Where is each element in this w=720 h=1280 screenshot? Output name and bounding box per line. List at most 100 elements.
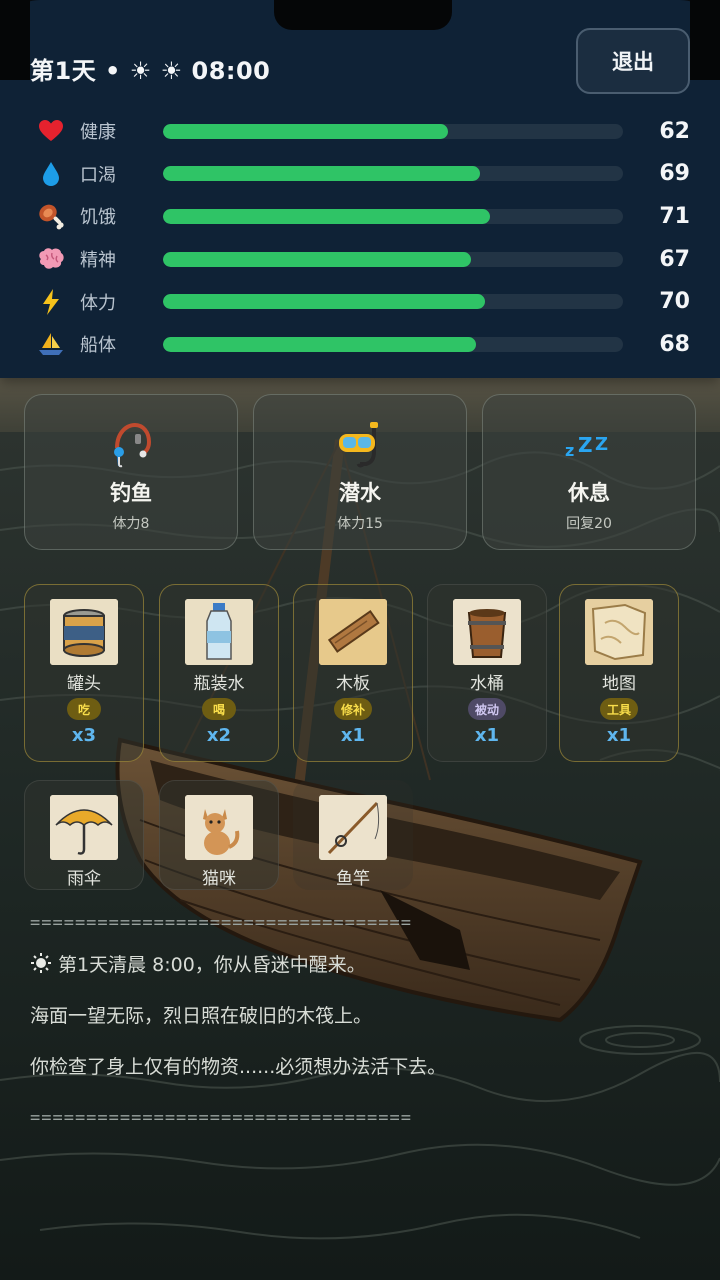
stat-value: 71 (659, 203, 690, 229)
stat-bar-fill (163, 294, 485, 310)
inventory-item-bucket[interactable]: 水桶 被动 x1 (427, 584, 547, 762)
svg-text:Z: Z (578, 433, 593, 457)
bucket-icon (453, 599, 521, 665)
stat-hull: 船体 68 (36, 323, 696, 366)
stat-stamina: 体力 70 (36, 280, 696, 323)
fishing-icon (107, 421, 155, 469)
stat-bar-fill (163, 251, 472, 267)
stat-label: 口渴 (80, 164, 116, 186)
stat-value: 68 (659, 331, 690, 357)
item-name: 木板 (336, 674, 370, 694)
water-drop-icon (36, 159, 66, 189)
item-name: 地图 (602, 674, 636, 694)
umbrella-icon (50, 795, 118, 860)
item-quantity: x2 (206, 725, 232, 746)
status-panel: 第1天 • ☀ ☀ 08:00 退出 健康 62 口渴 69 饥饿 71 精神 … (0, 0, 720, 378)
action-cost: 回复20 (566, 516, 612, 532)
item-quantity: x1 (474, 725, 500, 746)
top-bar: 第1天 • ☀ ☀ 08:00 退出 (30, 28, 690, 96)
item-name: 雨伞 (67, 869, 101, 889)
svg-text:Z: Z (595, 434, 608, 455)
inventory-item-fishing-rod[interactable]: 鱼竿 (293, 780, 413, 890)
item-quantity: x1 (340, 725, 366, 746)
inventory-item-cat[interactable]: 猫咪 (159, 780, 279, 890)
dive-action-button[interactable]: 潜水 体力15 (253, 394, 467, 550)
stat-label: 饥饿 (80, 207, 116, 229)
stat-label: 体力 (80, 292, 116, 314)
stat-bar-fill (163, 123, 449, 139)
boat-icon (36, 329, 66, 359)
stat-value: 67 (659, 246, 690, 272)
stat-health: 健康 62 (36, 110, 696, 153)
lightning-icon (36, 287, 66, 317)
log-separator: ================================== (30, 1108, 412, 1128)
brain-icon (36, 244, 66, 274)
stat-bar-fill (163, 336, 476, 352)
exit-button[interactable]: 退出 (576, 28, 690, 94)
sleep-icon: zZZ (565, 421, 613, 469)
phone-bezel-left (0, 0, 30, 80)
sun-icon (30, 943, 52, 994)
phone-notch (274, 0, 452, 30)
action-bar: 钓鱼 体力8 潜水 体力15 zZZ 休息 回复20 (24, 394, 696, 552)
stat-bar (163, 208, 623, 224)
stat-label: 精神 (80, 250, 116, 272)
fish-action-button[interactable]: 钓鱼 体力8 (24, 394, 238, 550)
item-name: 罐头 (67, 674, 101, 694)
stat-value: 62 (659, 118, 690, 144)
inventory-item-umbrella[interactable]: 雨伞 (24, 780, 144, 890)
item-quantity: x3 (71, 725, 97, 746)
log-line: 第1天清晨 8:00，你从昏迷中醒来。 (30, 940, 690, 991)
item-name: 鱼竿 (336, 869, 370, 889)
rest-action-button[interactable]: zZZ 休息 回复20 (482, 394, 696, 550)
log-separator: ================================== (30, 913, 412, 933)
day-time-title: 第1天 • ☀ ☀ 08:00 (30, 56, 271, 85)
item-use-tag[interactable]: 吃 (67, 698, 101, 720)
stat-thirst: 口渴 69 (36, 153, 696, 196)
inventory-item-canned-food[interactable]: 罐头 吃 x3 (24, 584, 144, 762)
water-bottle-icon (185, 599, 253, 665)
meat-icon (36, 201, 66, 231)
svg-text:z: z (565, 441, 574, 460)
heart-icon (36, 116, 66, 146)
item-name: 水桶 (470, 674, 504, 694)
cat-icon (185, 795, 253, 860)
action-cost: 体力8 (112, 516, 150, 532)
item-name: 猫咪 (202, 869, 236, 889)
stat-label: 健康 (80, 122, 116, 144)
stat-value: 69 (659, 161, 690, 187)
inventory-item-map[interactable]: 地图 工具 x1 (559, 584, 679, 762)
stat-bar (163, 123, 623, 139)
stat-hunger: 饥饿 71 (36, 195, 696, 238)
stat-value: 70 (659, 289, 690, 315)
item-use-tag[interactable]: 喝 (202, 698, 236, 720)
map-icon (585, 599, 653, 665)
log-text: 第1天清晨 8:00，你从昏迷中醒来。 (58, 954, 366, 976)
wood-plank-icon (319, 599, 387, 665)
stat-bar (163, 294, 623, 310)
action-title: 休息 (568, 481, 610, 505)
stats-list: 健康 62 口渴 69 饥饿 71 精神 67 体力 70 船体 68 (36, 110, 696, 366)
stat-bar (163, 166, 623, 182)
stat-bar (163, 251, 623, 267)
inventory-item-water-bottle[interactable]: 瓶装水 喝 x2 (159, 584, 279, 762)
event-log: ================================== 第1天清晨… (30, 906, 690, 1135)
diving-mask-icon (336, 421, 384, 469)
item-use-tag[interactable]: 修补 (333, 698, 372, 720)
canned-food-icon (50, 599, 118, 665)
action-cost: 体力15 (337, 516, 383, 532)
action-title: 钓鱼 (110, 481, 152, 505)
stat-bar-fill (163, 166, 481, 182)
item-name: 瓶装水 (193, 674, 245, 694)
inventory-item-wood-plank[interactable]: 木板 修补 x1 (293, 584, 413, 762)
item-use-tag[interactable]: 工具 (599, 698, 638, 720)
log-line: 海面一望无际，烈日照在破旧的木筏上。 (30, 1005, 373, 1027)
log-line: 你检查了身上仅有的物资......必须想办法活下去。 (30, 1056, 447, 1078)
item-passive-tag: 被动 (467, 698, 506, 720)
phone-bezel-right (690, 0, 720, 80)
action-title: 潜水 (339, 481, 381, 505)
fishing-rod-icon (319, 795, 387, 860)
stat-bar-fill (163, 208, 490, 224)
stat-bar (163, 336, 623, 352)
stat-mind: 精神 67 (36, 238, 696, 281)
